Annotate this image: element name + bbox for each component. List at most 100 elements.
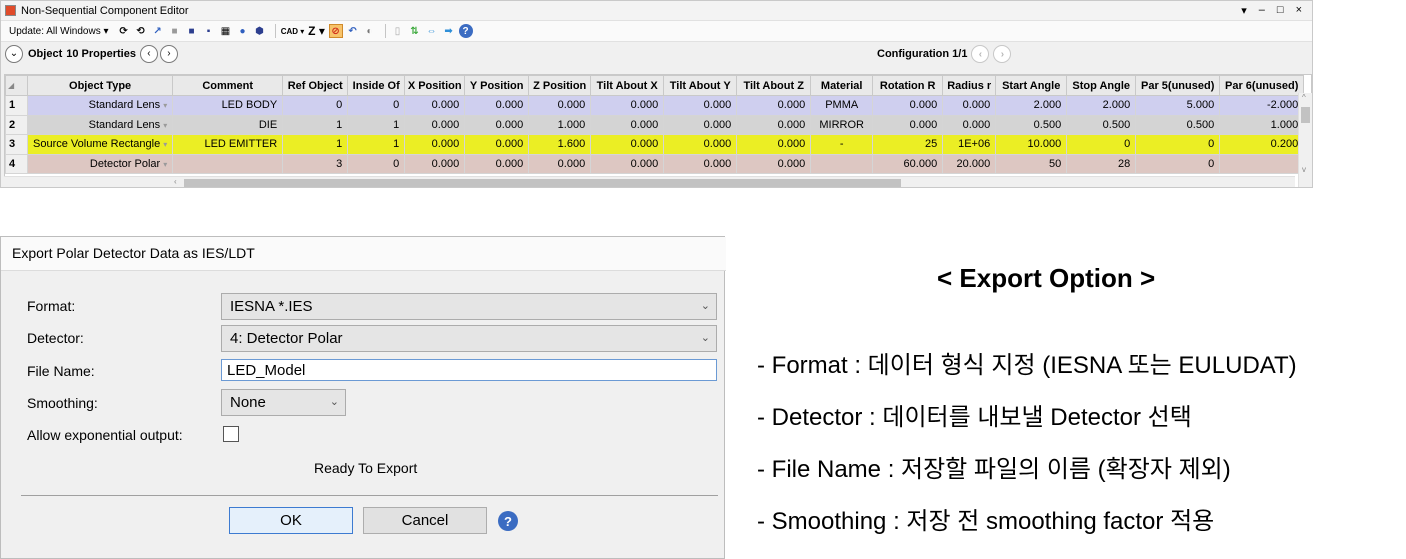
dropdown-arrow-icon[interactable]: ▾: [163, 121, 167, 130]
help-icon[interactable]: ?: [498, 511, 518, 531]
table-cell[interactable]: 1: [282, 134, 349, 155]
table-cell[interactable]: 0.000: [872, 114, 944, 135]
table-cell[interactable]: 0: [347, 95, 406, 116]
filename-input[interactable]: LED_Model: [221, 359, 717, 381]
column-header[interactable]: Inside Of: [347, 75, 406, 96]
smoothing-select[interactable]: None ⌄: [221, 389, 346, 416]
ok-button[interactable]: OK: [229, 507, 353, 534]
column-header[interactable]: Par 6(unused): [1219, 75, 1305, 96]
table-cell[interactable]: 0.000: [464, 134, 530, 155]
column-header[interactable]: Tilt About Y: [663, 75, 738, 96]
table-cell[interactable]: PMMA: [810, 95, 874, 116]
table-cell[interactable]: LED EMITTER: [172, 134, 284, 155]
table-cell[interactable]: [810, 153, 874, 174]
column-header[interactable]: X Position: [404, 75, 466, 96]
table-cell[interactable]: 0.000: [872, 95, 944, 116]
dropdown-arrow-icon[interactable]: ▾: [163, 101, 167, 110]
table-cell[interactable]: 0.000: [663, 134, 738, 155]
table-cell[interactable]: 1.000: [528, 114, 592, 135]
table-cell[interactable]: 0.000: [942, 114, 997, 135]
table-cell[interactable]: [172, 153, 284, 174]
refresh-icon[interactable]: ⟳: [117, 24, 131, 38]
table-cell[interactable]: 0.500: [1066, 114, 1137, 135]
table-row[interactable]: 4 Detector Polar ▾ 3 0 0.000 0.000 0.000 0.000 0.…: [5, 153, 1305, 174]
table-cell[interactable]: LED BODY: [172, 95, 284, 116]
table-cell[interactable]: 1: [347, 114, 406, 135]
table-cell[interactable]: 0.000: [736, 95, 812, 116]
horizontal-scrollbar[interactable]: ‹: [4, 176, 1295, 187]
refresh-all-icon[interactable]: ⟲: [134, 24, 148, 38]
table-cell[interactable]: 5.000: [1135, 95, 1221, 116]
table-cell[interactable]: 0: [347, 153, 406, 174]
table-cell[interactable]: 0.000: [590, 153, 665, 174]
table-cell[interactable]: 0.000: [942, 95, 997, 116]
table-cell[interactable]: [1219, 153, 1305, 174]
detector-select[interactable]: 4: Detector Polar ⌄: [221, 325, 717, 352]
update-dropdown[interactable]: Update: All Windows ▾: [9, 26, 109, 37]
column-header[interactable]: Stop Angle: [1066, 75, 1137, 96]
row-number[interactable]: 3: [5, 134, 28, 155]
table-cell[interactable]: DIE: [172, 114, 284, 135]
exponential-checkbox[interactable]: [223, 426, 239, 442]
table-cell[interactable]: 1E+06: [942, 134, 997, 155]
table-cell[interactable]: 0.000: [590, 134, 665, 155]
table-cell[interactable]: 0: [1135, 134, 1221, 155]
table-cell[interactable]: 28: [1066, 153, 1137, 174]
table-cell[interactable]: 0.000: [464, 114, 530, 135]
table-cell[interactable]: -2.000: [1219, 95, 1305, 116]
cancel-button[interactable]: Cancel: [363, 507, 487, 534]
vertical-scrollbar[interactable]: ^ v: [1298, 93, 1312, 187]
grid-icon[interactable]: ▦: [219, 24, 233, 38]
close-button[interactable]: ×: [1296, 4, 1302, 17]
table-cell[interactable]: 0.000: [404, 153, 466, 174]
table-cell[interactable]: 0.000: [736, 114, 812, 135]
column-header[interactable]: Y Position: [464, 75, 530, 96]
table-cell[interactable]: 0.200: [1219, 134, 1305, 155]
object-type-cell[interactable]: Source Volume Rectangle ▾: [26, 134, 174, 155]
object-type-cell[interactable]: Detector Polar ▾: [26, 153, 174, 174]
column-header[interactable]: Tilt About X: [590, 75, 665, 96]
cad-dropdown[interactable]: CAD ▾: [281, 24, 305, 38]
table-cell[interactable]: 0.000: [590, 95, 665, 116]
table-cell[interactable]: 1: [347, 134, 406, 155]
table-cell[interactable]: 60.000: [872, 153, 944, 174]
table-row[interactable]: 3 Source Volume Rectangle ▾ LED EMITTER 1 1 0.…: [5, 134, 1305, 155]
chevron-right-icon[interactable]: ›: [159, 44, 178, 63]
z-dropdown[interactable]: Z ▾: [308, 24, 326, 38]
column-header[interactable]: Tilt About Z: [736, 75, 812, 96]
column-header[interactable]: Comment: [172, 75, 284, 96]
corner-cell[interactable]: ◢: [5, 75, 28, 96]
shaded-model-icon[interactable]: ■: [168, 24, 182, 38]
spheres-icon[interactable]: ●: [236, 24, 250, 38]
arrow-right-icon[interactable]: ➡: [442, 24, 456, 38]
scroll-up-icon[interactable]: ^: [1302, 93, 1306, 102]
table-cell[interactable]: 0.000: [404, 95, 466, 116]
table-cell[interactable]: 10.000: [995, 134, 1068, 155]
column-header[interactable]: Ref Object: [282, 75, 349, 96]
no-entry-icon[interactable]: ⊘: [328, 24, 343, 38]
config-next-icon[interactable]: ›: [993, 45, 1012, 63]
curve-arrow-icon[interactable]: ↶: [346, 24, 360, 38]
table-cell[interactable]: 2.000: [1066, 95, 1137, 116]
format-select[interactable]: IESNA *.IES ⌄: [221, 293, 717, 320]
table-cell[interactable]: 0.000: [663, 95, 738, 116]
table-cell[interactable]: 0: [1135, 153, 1221, 174]
object-type-cell[interactable]: Standard Lens ▾: [26, 114, 174, 135]
column-header[interactable]: Radius r: [942, 75, 997, 96]
dropdown-window-button[interactable]: ▾: [1241, 4, 1247, 17]
dropdown-arrow-icon[interactable]: ▾: [163, 140, 167, 149]
column-header[interactable]: Rotation R: [872, 75, 944, 96]
sort-arrows-icon[interactable]: ⇅: [408, 24, 422, 38]
config-prev-icon[interactable]: ‹: [971, 45, 990, 63]
object-type-cell[interactable]: Standard Lens ▾: [26, 95, 174, 116]
table-cell[interactable]: 0.000: [404, 114, 466, 135]
chevron-left-icon[interactable]: ‹: [139, 44, 158, 63]
table-row[interactable]: 2 Standard Lens ▾ DIE 1 1 0.000 0.000 1.000 0.000…: [5, 114, 1305, 135]
column-header[interactable]: Object Type: [26, 75, 174, 96]
table-row[interactable]: 1 Standard Lens ▾ LED BODY 0 0 0.000 0.000 0.000…: [5, 95, 1305, 116]
table-cell[interactable]: 0.000: [663, 114, 738, 135]
table-cell[interactable]: 0.000: [528, 95, 592, 116]
table-cell[interactable]: 0.000: [528, 153, 592, 174]
row-number[interactable]: 2: [5, 114, 28, 135]
table-cell[interactable]: 0.000: [464, 95, 530, 116]
